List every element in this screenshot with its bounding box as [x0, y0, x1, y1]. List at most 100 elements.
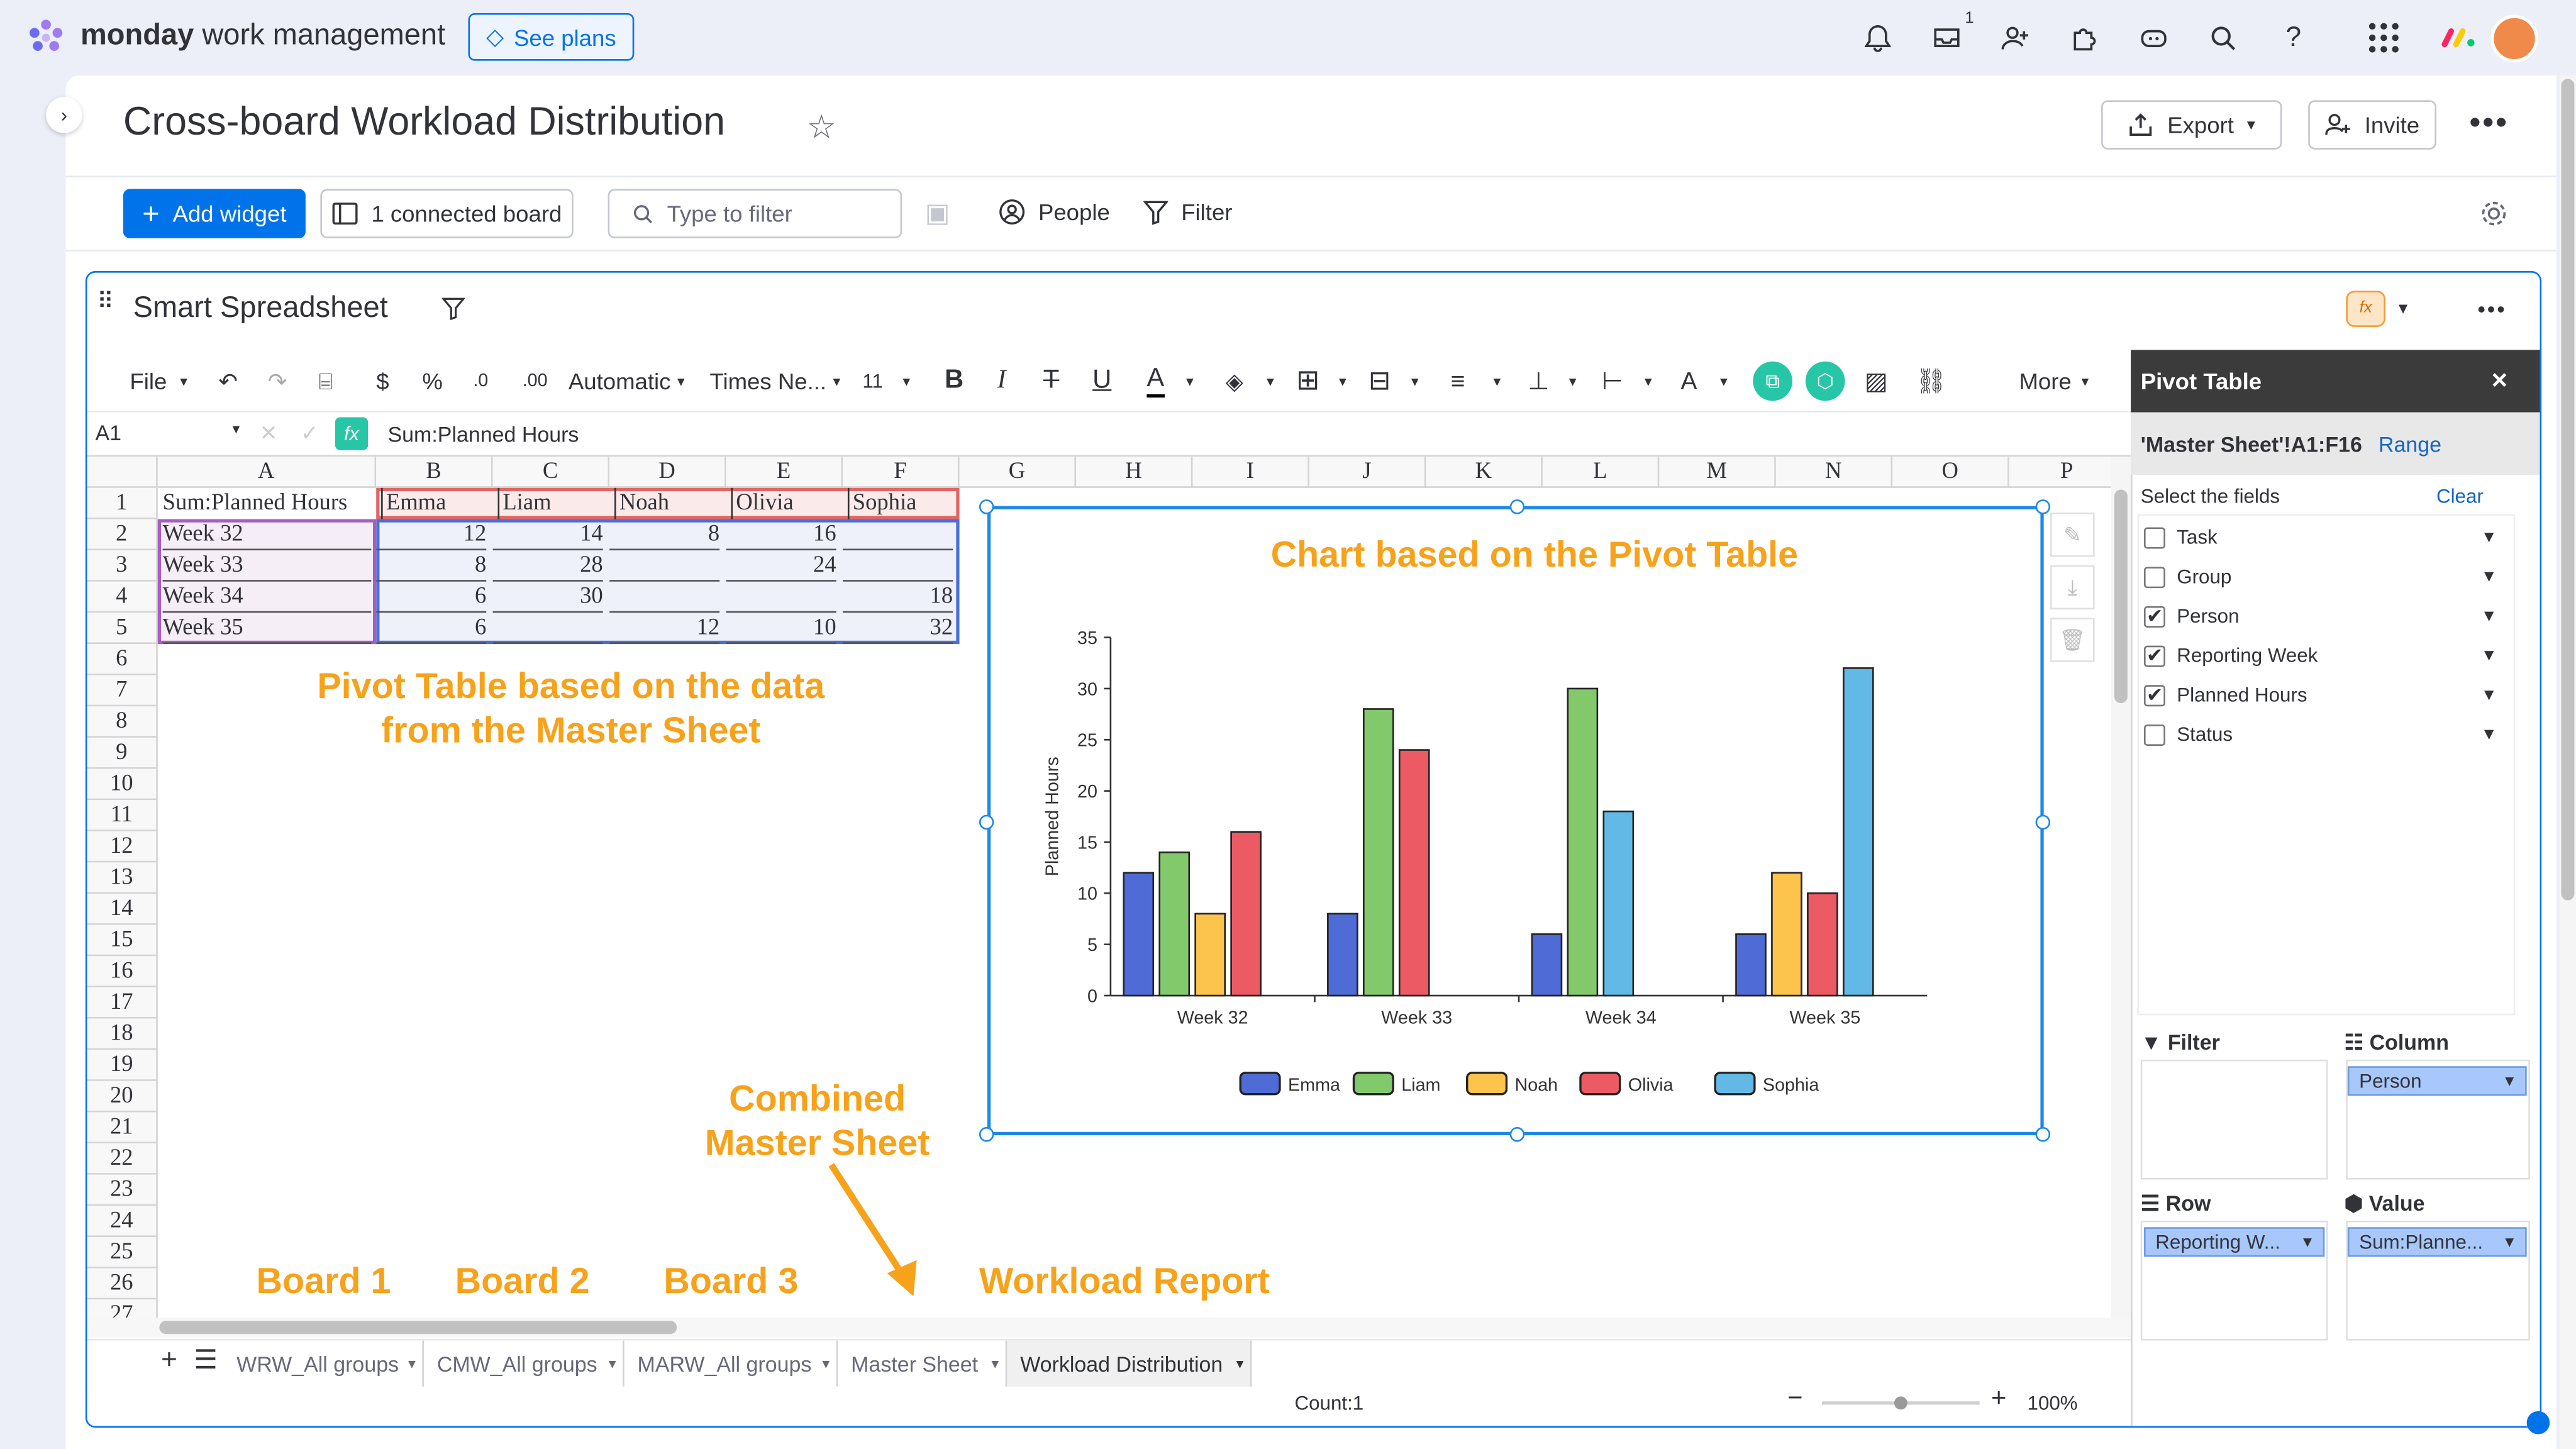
row-header[interactable]: 9: [87, 737, 158, 769]
value-chip[interactable]: Sum:Planne... ▼: [2347, 1227, 2527, 1257]
add-sheet-icon[interactable]: +: [161, 1344, 177, 1377]
drag-handle-icon[interactable]: ⠿: [97, 289, 114, 313]
chevron-down-icon[interactable]: ▼: [2481, 647, 2497, 665]
edit-chart-icon[interactable]: ✎: [2050, 513, 2095, 557]
bold-button[interactable]: B: [945, 365, 963, 397]
checkbox-checked[interactable]: ✔: [2143, 645, 2165, 667]
cell-reference-box[interactable]: A1 ▾: [96, 421, 243, 445]
chevron-down-icon[interactable]: ▾: [1411, 365, 1419, 397]
data-cell[interactable]: 14: [492, 519, 603, 551]
range-button[interactable]: Range: [2379, 431, 2441, 456]
merge-cells-icon[interactable]: ⊟: [1368, 365, 1391, 397]
resize-handle[interactable]: [979, 814, 994, 830]
filter-drop-zone[interactable]: [2140, 1059, 2328, 1180]
data-cell[interactable]: Week 35: [162, 613, 372, 645]
resize-handle[interactable]: [2035, 1127, 2051, 1142]
chevron-down-icon[interactable]: ▼: [2481, 528, 2497, 547]
borders-icon[interactable]: ⊞: [1296, 365, 1319, 397]
sheet-list-icon[interactable]: ☰: [194, 1344, 217, 1377]
chevron-down-icon[interactable]: ▾: [1645, 365, 1652, 397]
help-bubble-icon[interactable]: [2526, 1411, 2550, 1435]
chevron-down-icon[interactable]: ▾: [1339, 365, 1346, 397]
decrease-decimal-icon[interactable]: .0: [473, 365, 488, 397]
sheet-tab[interactable]: CMW_All groups ▾: [424, 1340, 625, 1387]
data-cell[interactable]: 16: [726, 519, 836, 551]
cancel-icon[interactable]: ✕: [260, 421, 277, 447]
text-color-icon[interactable]: A: [1146, 365, 1165, 398]
header-cell[interactable]: Emma: [381, 487, 491, 519]
sheet-tab[interactable]: WRW_All groups ▾: [223, 1340, 424, 1387]
row-header[interactable]: 15: [87, 924, 158, 957]
zoom-slider[interactable]: [1821, 1396, 1980, 1410]
chevron-down-icon[interactable]: ▼: [2481, 725, 2497, 743]
chevron-down-icon[interactable]: ▼: [2481, 607, 2497, 625]
column-header[interactable]: B: [376, 457, 493, 488]
help-icon[interactable]: ?: [2275, 19, 2311, 55]
underline-button[interactable]: U: [1092, 365, 1111, 397]
page-scrollbar[interactable]: [2559, 75, 2576, 1449]
sheet-tab[interactable]: Master Sheet ▾: [838, 1340, 1008, 1387]
font-size-select[interactable]: 11 ▾: [862, 365, 910, 397]
chevron-down-icon[interactable]: ▼: [2481, 686, 2497, 704]
invite-button[interactable]: Invite: [2308, 100, 2436, 150]
user-avatar[interactable]: [2490, 14, 2538, 63]
column-header[interactable]: P: [2009, 457, 2111, 488]
text-rotate-icon[interactable]: A: [1680, 365, 1697, 397]
row-header[interactable]: 10: [87, 769, 158, 801]
chevron-down-icon[interactable]: ▼: [2481, 568, 2497, 586]
resize-handle[interactable]: [2035, 814, 2051, 830]
row-header[interactable]: 24: [87, 1206, 158, 1238]
chevron-down-icon[interactable]: ▾: [1267, 365, 1274, 397]
row-header[interactable]: 12: [87, 831, 158, 863]
pivot-table-icon[interactable]: ⧉: [1753, 361, 1792, 401]
ai-assistant-icon[interactable]: [2136, 19, 2172, 55]
data-cell[interactable]: 28: [492, 550, 603, 582]
insert-image-icon[interactable]: ▨: [1865, 365, 1888, 397]
sheet-tab[interactable]: MARW_All groups ▾: [625, 1340, 838, 1387]
row-header[interactable]: 22: [87, 1143, 158, 1175]
data-cell[interactable]: 24: [726, 550, 836, 582]
filter-button[interactable]: Filter: [1143, 199, 1233, 225]
header-cell[interactable]: Sum:Planned Hours: [163, 488, 375, 519]
row-header[interactable]: 20: [87, 1080, 158, 1113]
row-header[interactable]: 25: [87, 1237, 158, 1269]
pivot-field[interactable]: Task ▼: [2143, 521, 2497, 553]
search-icon[interactable]: [2205, 19, 2241, 55]
row-header[interactable]: 6: [87, 644, 158, 675]
select-all-corner[interactable]: [87, 457, 158, 488]
chart-widget-icon[interactable]: ⬡: [1805, 361, 1845, 401]
data-cell[interactable]: Week 32: [162, 519, 372, 551]
row-header[interactable]: 3: [87, 550, 158, 582]
more-toolbar-button[interactable]: More ▾: [2019, 365, 2089, 397]
percent-button[interactable]: %: [422, 365, 443, 397]
row-header[interactable]: 16: [87, 956, 158, 987]
bell-icon[interactable]: [1860, 19, 1896, 55]
checkbox-checked[interactable]: ✔: [2143, 605, 2165, 627]
number-format-select[interactable]: Automatic ▾: [569, 365, 685, 397]
chart-container[interactable]: Chart based on the Pivot Table 0 5 10 15 20 25…: [987, 506, 2044, 1136]
undo-icon[interactable]: ↶: [218, 365, 238, 397]
zoom-out-icon[interactable]: −: [1787, 1385, 1802, 1414]
monday-mark-icon[interactable]: [2441, 25, 2477, 48]
data-cell[interactable]: Week 33: [162, 550, 372, 582]
header-cell[interactable]: Noah: [614, 487, 724, 519]
row-header[interactable]: 11: [87, 800, 158, 831]
row-chip[interactable]: Reporting W... ▼: [2143, 1227, 2325, 1257]
pivot-field[interactable]: ✔ Person ▼: [2143, 599, 2497, 632]
row-header[interactable]: 5: [87, 613, 158, 645]
data-cell[interactable]: 12: [609, 613, 720, 645]
data-cell[interactable]: [726, 582, 836, 613]
row-header[interactable]: 7: [87, 675, 158, 707]
chevron-down-icon[interactable]: ▾: [822, 1355, 830, 1373]
see-plans-button[interactable]: ◇ See plans: [468, 13, 635, 61]
checkbox-unchecked[interactable]: [2143, 526, 2165, 548]
resize-handle[interactable]: [979, 1127, 994, 1142]
pivot-field[interactable]: ✔ Reporting Week ▼: [2143, 639, 2497, 672]
column-header[interactable]: C: [492, 457, 610, 488]
strikethrough-icon[interactable]: T: [1043, 365, 1060, 397]
column-header[interactable]: N: [1775, 457, 1893, 488]
data-cell[interactable]: 6: [376, 613, 487, 645]
data-cell[interactable]: [609, 582, 720, 613]
row-header[interactable]: 4: [87, 581, 158, 613]
text-wrap-icon[interactable]: ⊢: [1602, 365, 1623, 397]
